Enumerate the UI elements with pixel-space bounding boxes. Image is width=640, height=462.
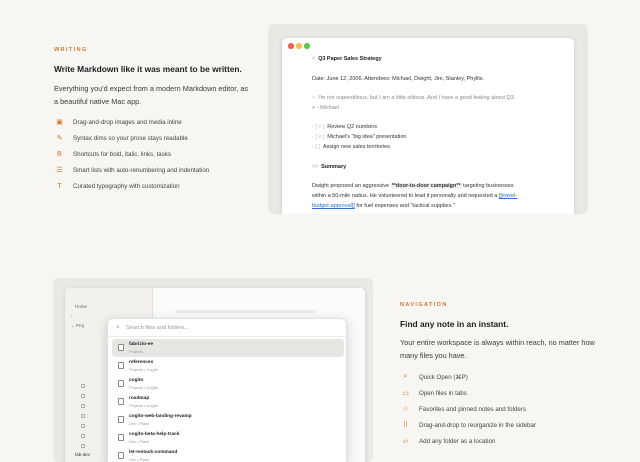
doc-quote[interactable]: > I'm not superstitious, but I am a littl… [312,95,515,101]
file-icon [81,424,85,428]
editor-window: # Q3 Paper Sales Strategy Date: June 12, … [282,38,574,214]
file-icon [118,380,124,387]
writing-feature: ✎ Syntax dims so your prose stays readabl… [54,130,209,146]
result-item[interactable]: cogito-beta-help-track Dev • Plans [112,429,344,447]
file-icon [81,394,85,398]
navigation-feature-label: Drag-and-drop to reorganize in the sideb… [419,421,536,429]
doc-paragraph[interactable]: Dwight proposed an aggressive **door-to-… [312,183,514,189]
navigation-feature-label: Favorites and pinned notes and folders [419,405,526,413]
navigation-screenshot: Home › ⌄ Proj fab-dev highlighting ⌕ fab… [53,278,373,462]
writing-feature: ☰ Smart lists with auto-renumbering and i… [54,162,209,178]
sidebar-item-projects[interactable]: ⌄ Proj [71,323,84,329]
search-icon: ⌕ [403,373,408,380]
tabs-icon: ▭ [402,390,409,397]
file-icon [81,414,85,418]
doc-quote-attrib[interactable]: > - Michael [312,105,339,111]
search-input[interactable] [126,322,326,334]
navigation-lead: Your entire workspace is always within r… [400,338,595,360]
close-window-button[interactable] [288,43,294,49]
result-item[interactable]: roadmap Projects • Cogito [112,393,344,411]
doc-paragraph[interactable]: within a 50-mile radius. He volunteered … [312,193,517,199]
navigation-feature-label: Quick Open (⌘P) [419,373,468,381]
search-icon: ⌕ [116,324,120,331]
file-icon [118,362,124,369]
sidebar-header: Home [75,304,88,309]
star-icon: ☆ [402,406,409,413]
navigation-feature-list: ⌕ Quick Open (⌘P) ▭ Open files in tabs ☆ Fa… [400,369,536,449]
doc-title[interactable]: # Q3 Paper Sales Strategy [312,56,382,62]
writing-feature-list: ▣ Drag-and-drop images and media inline ✎… [54,114,209,194]
sidebar-item-fab-dev[interactable]: fab-dev [75,452,90,457]
app-window: Home › ⌄ Proj fab-dev highlighting ⌕ fab… [65,288,365,462]
navigation-feature: ☆ Favorites and pinned notes and folders [400,401,536,417]
writing-feature: B Shortcuts for bold, italic, links, task… [54,146,209,162]
writing-feature-label: Smart lists with auto-renumbering and in… [73,166,210,174]
result-item[interactable]: cogito Projects • Cogito [112,375,344,393]
file-icon [118,416,124,423]
writing-feature: ▣ Drag-and-drop images and media inline [54,114,209,130]
result-item[interactable]: cogito-web-landing-revamp Dev • Plans [112,411,344,429]
writing-feature-label: Syntax dims so your prose stays readable [73,134,188,142]
file-icon [81,384,85,388]
navigation-heading: Find any note in an instant. [400,319,509,329]
result-item[interactable]: let-restack-command Dev • Plans [112,447,344,462]
result-item[interactable]: references Projects • Cogito [112,357,344,375]
writing-heading: Write Markdown like it was meant to be w… [54,64,242,74]
doc-meta[interactable]: Date: June 12, 2006. Attendees: Michael,… [312,76,484,82]
task-item[interactable]: - [ x ] Michael's "big idea" presentation [312,134,407,140]
navigation-eyebrow: NAVIGATION [400,302,448,308]
file-icon [118,452,124,459]
chevron-right-icon[interactable]: › [71,313,73,318]
file-icon [118,344,124,351]
file-icon [81,444,85,448]
list-icon: ☰ [56,167,63,174]
navigation-feature-label: Open files in tabs [419,389,467,397]
writing-feature-label: Drag-and-drop images and media inline [73,118,182,126]
writing-feature-label: Curated typography with customization [73,182,180,190]
writing-lead: Everything you'd expect from a modern Ma… [54,84,249,106]
editor-screenshot: # Q3 Paper Sales Strategy Date: June 12, … [268,24,588,214]
doc-paragraph[interactable]: budget-approval]] for fuel expenses and … [312,203,455,209]
wiki-link[interactable]: budget-approval]] [312,203,355,209]
file-icon [118,398,124,405]
minimize-window-button[interactable] [296,43,302,49]
wiki-link[interactable]: [[travel- [499,193,517,199]
drag-icon: ⠿ [402,422,409,429]
file-icon [81,434,85,438]
file-icon [118,434,124,441]
navigation-feature: ⌕ Quick Open (⌘P) [400,369,536,385]
result-item[interactable]: fabrizio-ee Projects [112,339,344,357]
brush-icon: ✎ [56,135,63,142]
type-icon: T [57,182,62,190]
zoom-window-button[interactable] [304,43,310,49]
navigation-feature: ▱ Add any folder as a location [400,433,536,449]
file-icon [81,404,85,408]
writing-eyebrow: WRITING [54,47,88,53]
navigation-feature: ⠿ Drag-and-drop to reorganize in the side… [400,417,536,433]
navigation-feature-label: Add any folder as a location [419,437,496,445]
task-item[interactable]: - [ x ] Review Q2 numbers [312,124,377,130]
task-item[interactable]: - [ ] Assign new sales territories [312,144,390,150]
image-icon: ▣ [56,119,63,126]
navigation-feature: ▭ Open files in tabs [400,385,536,401]
bold-icon: B [57,150,62,158]
placeholder-line [175,310,315,313]
quick-open-palette: ⌕ fabrizio-eeProjects referencesProjects… [107,318,347,462]
writing-feature: T Curated typography with customization [54,178,209,194]
doc-summary-heading[interactable]: ## Summary [312,164,346,170]
search-bar: ⌕ [108,319,346,337]
folder-icon: ▱ [402,438,409,445]
writing-feature-label: Shortcuts for bold, italic, links, tasks [73,150,172,158]
